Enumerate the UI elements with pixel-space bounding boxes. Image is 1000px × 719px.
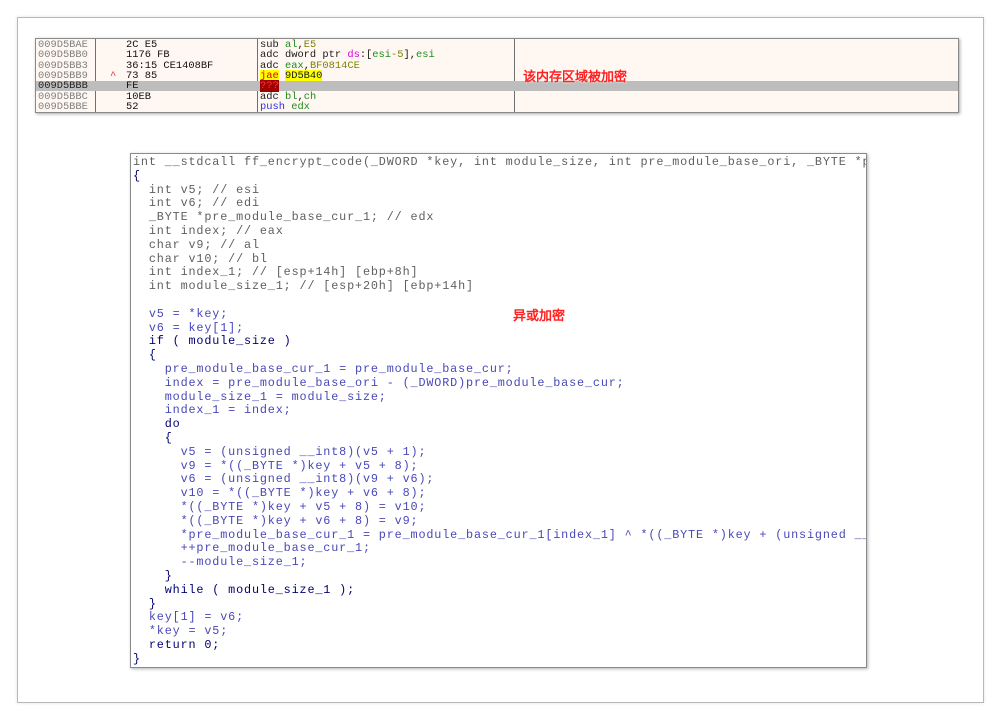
jump-arrow-icon: ^ (110, 69, 117, 82)
disasm-row[interactable]: 009D5BB3 36:15 CE1408BF adc eax,BF0814CE (36, 60, 958, 71)
encrypted-region-annotation: 该内存区域被加密 (523, 70, 628, 85)
code-line: int index_1; // [esp+14h] [ebp+8h] (133, 265, 419, 280)
code-line: v9 = *((_BYTE *)key + v5 + 8); (133, 458, 419, 473)
code-line: *pre_module_base_cur_1 = pre_module_base… (180, 527, 866, 542)
code-line: index = pre_module_base_ori - (_DWORD)pr… (133, 375, 625, 390)
bytes: FE (126, 80, 139, 93)
mnemonic: push (260, 100, 285, 113)
code-line: v6 = key[1]; (133, 320, 245, 335)
code-line: } (133, 651, 141, 666)
xor-encryption-annotation: 异或加密 (513, 309, 566, 324)
disasm-row[interactable]: 009D5BBC 10EB adc bl,ch (36, 91, 958, 102)
pseudocode-view[interactable]: int __stdcall ff_encrypt_code(_DWORD *ke… (130, 153, 867, 668)
code-line: pre_module_base_cur_1 = pre_module_base_… (133, 362, 514, 376)
code-line: int index; // eax (133, 224, 284, 238)
operand: -5 (391, 49, 404, 62)
code-line: { (133, 168, 141, 183)
disassembly-view[interactable]: 009D5BAE 2C E5 sub al,E5 009D5BB0 1176 FB adc… (35, 38, 959, 113)
code-line: module_size_1 = module_size; (133, 389, 387, 404)
address: 009D5BBE (38, 100, 88, 113)
code-line: *((_BYTE *)key + v6 + 8) = v9; (133, 513, 419, 528)
operand: :[ (359, 49, 373, 62)
code-line: *key = v5; (133, 624, 229, 639)
disasm-row[interactable]: 009D5BAE 2C E5 sub al,E5 (36, 40, 958, 51)
code-line: index_1 = index; (133, 403, 292, 418)
code-line: } (133, 569, 173, 583)
code-line: key[1] = v6; (133, 610, 245, 625)
code-line: *((_BYTE *)key + v5 + 8) = v10; (133, 500, 427, 514)
code-line: do (133, 417, 181, 432)
code-line: int v5; // esi (133, 182, 260, 197)
disasm-row[interactable]: 009D5BB9 ^ 73 85 jae 9D5B40 (36, 69, 958, 82)
code-line: v5 = (unsigned __int8)(v5 + 1); (133, 444, 427, 459)
bytes: 52 (126, 100, 139, 113)
code-line: _BYTE *pre_module_base_cur_1; // edx (133, 210, 435, 225)
operand: esi (372, 49, 392, 62)
code-line: { (133, 348, 157, 363)
disasm-row[interactable]: 009D5BBE 52 push edx (36, 100, 958, 113)
code-line: if ( module_size ) (133, 334, 292, 349)
code-line: v5 = *key; (133, 306, 229, 321)
disasm-row[interactable]: 009D5BBB FE??? (36, 80, 958, 93)
code-line: v6 = (unsigned __int8)(v9 + v6); (133, 472, 435, 487)
code-line: { (133, 431, 173, 445)
code-line: } (133, 596, 157, 611)
operand: ], (403, 49, 416, 62)
code-line: char v9; // al (133, 237, 260, 252)
code-line: while ( module_size_1 ); (133, 582, 356, 597)
code-line: ++pre_module_base_cur_1; (133, 541, 371, 556)
operand: edx (291, 100, 310, 113)
code-line: int __stdcall ff_encrypt_code(_DWORD *ke… (133, 155, 866, 169)
code-line: int module_size_1; // [esp+20h] [ebp+14h… (133, 279, 474, 294)
code-line: v10 = *((_BYTE *)key + v6 + 8); (133, 486, 427, 501)
instruction: push edx (260, 102, 310, 112)
code-line: char v10; // bl (133, 251, 268, 266)
code-line: --module_size_1; (133, 555, 308, 570)
operand: esi (415, 49, 435, 62)
code-line: return 0; (133, 638, 221, 652)
code-line: int v6; // edi (133, 196, 260, 211)
address: 009D5BBB (38, 80, 88, 93)
operand: 9D5B40 (284, 69, 323, 82)
